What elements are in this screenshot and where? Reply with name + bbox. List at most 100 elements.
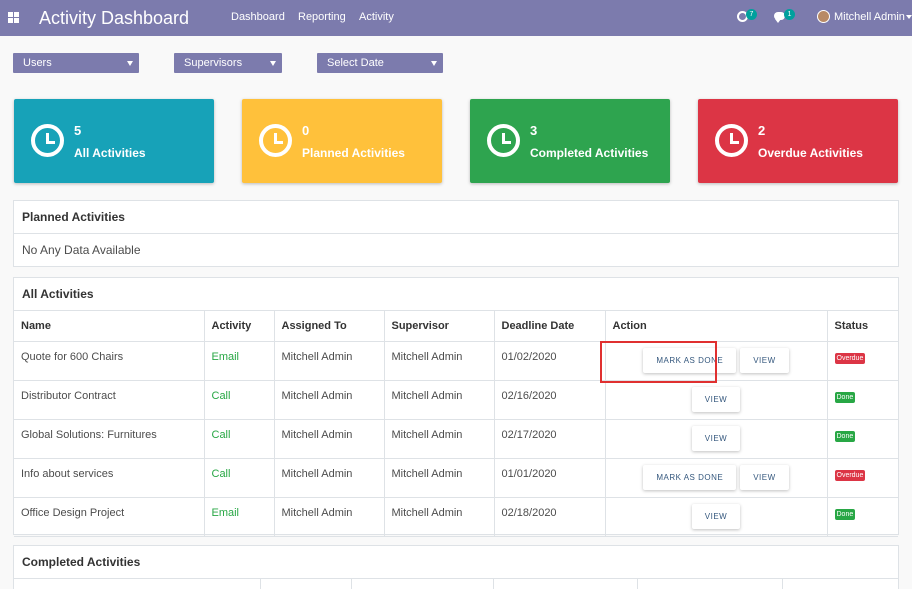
card-label: All Activities xyxy=(74,146,146,160)
mark-as-done-button[interactable]: MARK AS DONE xyxy=(643,464,737,490)
completed-activities-panel: Completed Activities xyxy=(13,545,899,589)
card-label: Completed Activities xyxy=(530,146,649,160)
activity-name: Distributor Contract xyxy=(14,380,205,420)
activity-name: Info about services xyxy=(14,458,205,498)
deadline-date: 02/18/2020 xyxy=(494,497,606,537)
status-cell: Overdue xyxy=(827,341,898,381)
action-cell: MARK AS DONE VIEW xyxy=(605,458,828,498)
card-label: Planned Activities xyxy=(302,146,405,160)
table-row: Global Solutions: Furnitures Call Mitche… xyxy=(14,419,898,459)
menu-dashboard[interactable]: Dashboard xyxy=(231,11,285,23)
user-menu-caret-icon[interactable] xyxy=(906,15,912,19)
status-badge: Done xyxy=(834,391,856,403)
status-cell: Overdue xyxy=(827,458,898,498)
card-count: 3 xyxy=(530,123,538,138)
supervisors-filter-select[interactable]: Supervisors xyxy=(174,53,282,73)
app-title: Activity Dashboard xyxy=(39,8,190,28)
activities-table: Name Activity Assigned To Supervisor Dea… xyxy=(14,311,898,537)
card-overdue-activities[interactable]: 2 Overdue Activities xyxy=(698,99,898,183)
column-header: Action xyxy=(605,311,828,342)
deadline-date: 01/02/2020 xyxy=(494,341,606,381)
view-button[interactable]: VIEW xyxy=(740,347,789,373)
user-menu-name[interactable]: Mitchell Admin xyxy=(834,11,905,23)
column-header: Status xyxy=(827,311,898,342)
assigned-to: Mitchell Admin xyxy=(274,497,385,537)
date-filter-select[interactable]: Select Date xyxy=(317,53,443,73)
messages-count-badge: 1 xyxy=(784,9,795,20)
users-filter-label: Users xyxy=(23,57,52,69)
assigned-to: Mitchell Admin xyxy=(274,380,385,420)
activity-type: Email xyxy=(204,497,275,537)
panel-title: Completed Activities xyxy=(14,546,898,579)
menu-reporting[interactable]: Reporting xyxy=(298,11,346,23)
card-planned-activities[interactable]: 0 Planned Activities xyxy=(242,99,442,183)
clock-icon xyxy=(259,124,292,157)
deadline-date: 02/17/2020 xyxy=(494,419,606,459)
clock-icon xyxy=(487,124,520,157)
card-completed-activities[interactable]: 3 Completed Activities xyxy=(470,99,670,183)
mark-as-done-button[interactable]: MARK AS DONE xyxy=(643,347,737,373)
all-activities-panel: All Activities Name Activity Assigned To… xyxy=(13,277,899,537)
apps-menu-icon[interactable] xyxy=(8,12,19,23)
assigned-to: Mitchell Admin xyxy=(274,458,385,498)
assigned-to: Mitchell Admin xyxy=(274,341,385,381)
activity-type: Call xyxy=(204,419,275,459)
action-cell: VIEW xyxy=(605,419,828,459)
status-badge: Overdue xyxy=(834,469,866,481)
empty-message: No Any Data Available xyxy=(22,243,141,257)
supervisors-filter-label: Supervisors xyxy=(184,57,243,69)
user-avatar[interactable] xyxy=(817,10,830,23)
action-cell: MARK AS DONE VIEW xyxy=(599,340,828,383)
users-filter-select[interactable]: Users xyxy=(13,53,139,73)
activity-name: Quote for 600 Chairs xyxy=(14,341,205,381)
supervisor: Mitchell Admin xyxy=(384,497,495,537)
card-count: 5 xyxy=(74,123,82,138)
column-divider xyxy=(351,579,352,589)
status-cell: Done xyxy=(827,380,898,420)
supervisor: Mitchell Admin xyxy=(384,341,495,381)
top-navbar: Activity Dashboard Dashboard Reporting A… xyxy=(0,0,912,36)
supervisor: Mitchell Admin xyxy=(384,419,495,459)
column-header: Supervisor xyxy=(384,311,495,342)
table-row: Distributor Contract Call Mitchell Admin… xyxy=(14,380,898,420)
planned-activities-panel: Planned Activities No Any Data Available xyxy=(13,200,899,267)
action-cell: VIEW xyxy=(605,380,828,420)
view-button[interactable]: VIEW xyxy=(691,503,741,529)
panel-title: Planned Activities xyxy=(14,201,898,234)
panel-title: All Activities xyxy=(14,278,898,311)
view-button[interactable]: VIEW xyxy=(740,464,789,490)
view-button[interactable]: VIEW xyxy=(691,386,741,412)
column-divider xyxy=(260,579,261,589)
column-divider xyxy=(782,579,783,589)
deadline-date: 02/16/2020 xyxy=(494,380,606,420)
clock-icon xyxy=(715,124,748,157)
status-badge: Done xyxy=(834,430,856,442)
activity-name: Global Solutions: Furnitures xyxy=(14,419,205,459)
status-cell: Done xyxy=(827,497,898,537)
card-label: Overdue Activities xyxy=(758,146,863,160)
table-header-row: Name Activity Assigned To Supervisor Dea… xyxy=(14,311,898,342)
card-count: 2 xyxy=(758,123,766,138)
deadline-date: 01/01/2020 xyxy=(494,458,606,498)
activity-name: Office Design Project xyxy=(14,497,205,537)
column-header: Activity xyxy=(204,311,275,342)
column-divider xyxy=(637,579,638,589)
status-badge: Overdue xyxy=(834,352,866,364)
activity-count-badge: 7 xyxy=(746,9,757,20)
action-cell: VIEW xyxy=(605,497,828,537)
column-divider xyxy=(493,579,494,589)
menu-activity[interactable]: Activity xyxy=(359,11,394,23)
clock-icon xyxy=(31,124,64,157)
table-row: Quote for 600 Chairs Email Mitchell Admi… xyxy=(14,340,898,383)
card-count: 0 xyxy=(302,123,310,138)
activity-type: Call xyxy=(204,458,275,498)
supervisor: Mitchell Admin xyxy=(384,380,495,420)
activity-type: Call xyxy=(204,380,275,420)
assigned-to: Mitchell Admin xyxy=(274,419,385,459)
table-row: Info about services Call Mitchell Admin … xyxy=(14,458,898,498)
view-button[interactable]: VIEW xyxy=(691,425,741,451)
chevron-down-icon xyxy=(431,61,437,66)
card-all-activities[interactable]: 5 All Activities xyxy=(14,99,214,183)
activity-type: Email xyxy=(204,341,275,381)
status-cell: Done xyxy=(827,419,898,459)
